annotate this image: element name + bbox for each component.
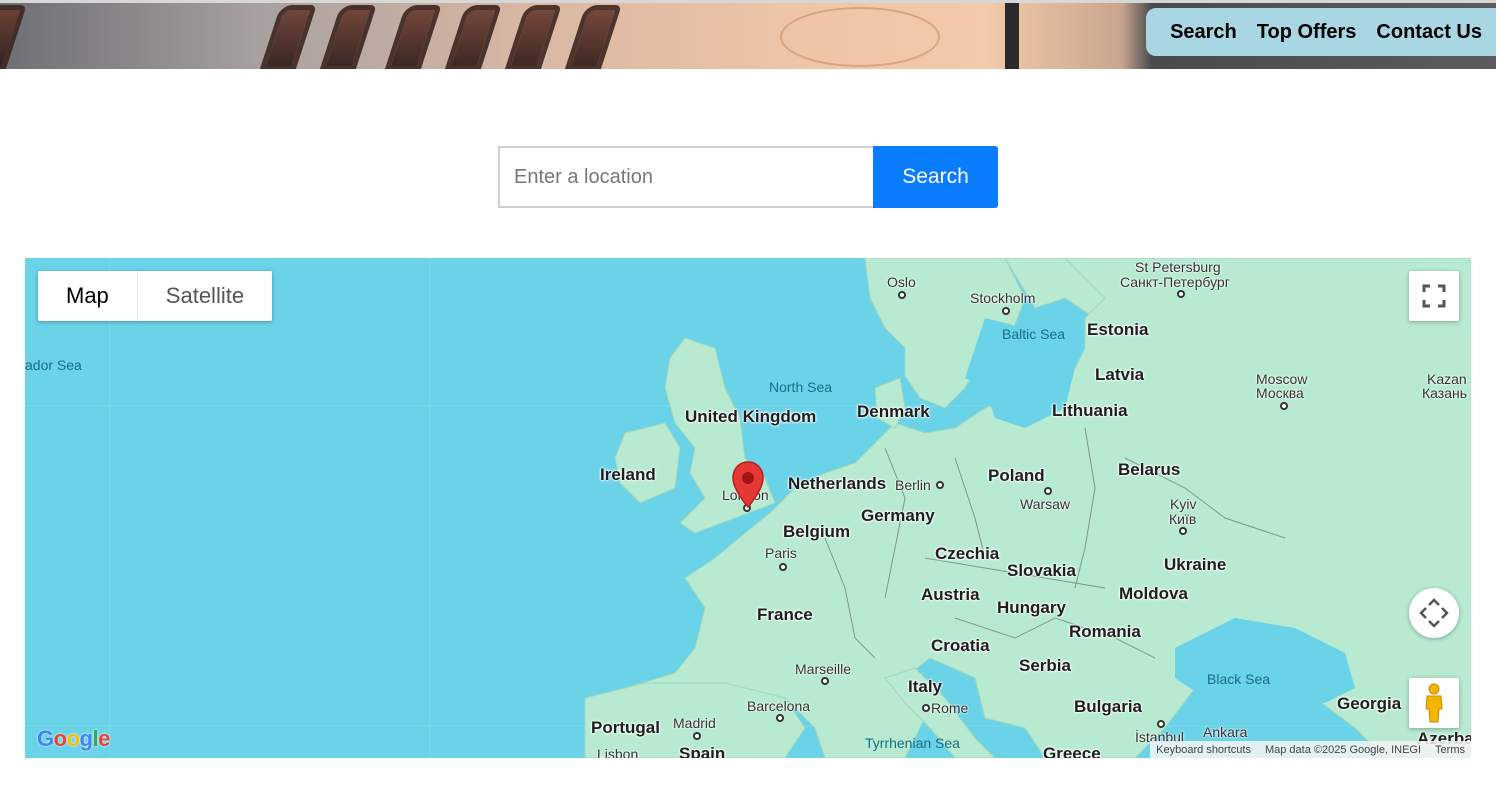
google-logo: Google (37, 726, 110, 751)
city-label: Kyiv (1170, 496, 1197, 512)
country-label: Hungary (997, 598, 1066, 617)
city-label: Санкт-Петербург (1120, 274, 1230, 290)
camera-control-button[interactable] (1409, 588, 1459, 638)
city-label: Barcelona (747, 698, 811, 714)
country-label: Lithuania (1052, 401, 1128, 420)
map-attribution: Keyboard shortcuts Map data ©2025 Google… (1150, 741, 1471, 758)
sea-label: North Sea (769, 379, 833, 395)
city-label: Lisbon (597, 746, 639, 758)
map-pin-icon[interactable] (731, 461, 765, 509)
city-dot (922, 704, 930, 712)
city-dot (1177, 290, 1185, 298)
sea-label: ador Sea (25, 357, 82, 373)
banner-chair-image (319, 5, 377, 69)
country-label: Denmark (857, 402, 930, 421)
city-label: Warsaw (1020, 496, 1071, 512)
city-dot (1002, 307, 1010, 315)
country-label: Netherlands (788, 474, 887, 493)
country-label: Belarus (1118, 460, 1181, 479)
banner-chair-image (259, 5, 317, 69)
city-label: St Petersburg (1135, 259, 1221, 275)
nav-top-offers-link[interactable]: Top Offers (1257, 21, 1357, 44)
banner-chair-image (564, 5, 622, 69)
country-label: Bulgaria (1074, 697, 1143, 716)
banner-chair-image (444, 5, 502, 69)
country-label: Belgium (783, 522, 851, 541)
city-label: Oslo (887, 274, 916, 290)
country-label: Croatia (931, 636, 990, 655)
banner-pillar (1005, 3, 1019, 69)
country-label: Latvia (1095, 365, 1145, 384)
city-label: Київ (1169, 511, 1197, 527)
city-dot (1157, 720, 1165, 728)
banner-floor-pattern (780, 7, 940, 67)
city-label: Москва (1256, 385, 1304, 401)
keyboard-shortcuts-link[interactable]: Keyboard shortcuts (1156, 744, 1251, 756)
country-label: Spain (679, 744, 726, 758)
sea-label: Tyrrhenian Sea (865, 735, 960, 751)
country-label: France (757, 605, 813, 624)
city-label: Казань (1422, 385, 1468, 401)
map-type-satellite-button[interactable]: Satellite (136, 271, 272, 321)
map-data-text: Map data ©2025 Google, INEGI (1264, 743, 1422, 756)
terms-link[interactable]: Terms (1435, 744, 1465, 756)
country-label: Serbia (1019, 656, 1071, 675)
search-button[interactable]: Search (873, 146, 998, 208)
city-label: Stockholm (970, 290, 1036, 306)
sea-label: Black Sea (1207, 671, 1271, 687)
banner-chair-image (384, 5, 442, 69)
country-label: Czechia (935, 544, 1000, 563)
country-label: Austria (921, 585, 980, 604)
country-label: Romania (1069, 622, 1141, 641)
nav-contact-us-link[interactable]: Contact Us (1376, 21, 1482, 44)
city-dot (1280, 402, 1288, 410)
map-type-map-button[interactable]: Map (38, 271, 137, 321)
country-label: Greece (1043, 744, 1101, 758)
city-dot (898, 291, 906, 299)
country-label: Moldova (1119, 584, 1188, 603)
city-dot (1044, 487, 1052, 495)
city-dot (776, 714, 784, 722)
location-search-form: Search (498, 146, 998, 208)
google-map[interactable]: ador Sea North Sea Baltic Sea Black Sea … (25, 258, 1471, 758)
header-banner: Search Top Offers Contact Us (0, 0, 1496, 69)
country-label: Georgia (1337, 694, 1402, 713)
banner-chair-image (504, 5, 562, 69)
fullscreen-button[interactable] (1409, 271, 1459, 321)
location-search-input[interactable] (498, 146, 873, 208)
country-label: Germany (861, 506, 935, 525)
city-label: Marseille (795, 661, 852, 677)
top-nav: Search Top Offers Contact Us (1146, 8, 1496, 56)
street-view-button[interactable] (1409, 678, 1459, 728)
city-label: Paris (765, 545, 797, 561)
city-label: Berlin (895, 477, 931, 493)
map-type-control: Map Satellite (38, 271, 273, 321)
country-label: Poland (988, 466, 1045, 485)
country-label: Ukraine (1164, 555, 1227, 574)
country-label: Italy (908, 677, 943, 696)
fullscreen-icon (1422, 284, 1446, 308)
city-dot (936, 481, 944, 489)
camera-control-icon (1419, 598, 1449, 628)
city-dot (1179, 527, 1187, 535)
city-dot (821, 677, 829, 685)
country-label: Estonia (1087, 320, 1149, 339)
city-dot (779, 563, 787, 571)
city-label: Madrid (673, 715, 716, 731)
banner-chair-image (0, 5, 27, 69)
city-dot (693, 732, 701, 740)
city-label: Rome (931, 700, 969, 716)
city-label: Ankara (1203, 724, 1248, 740)
country-label: Portugal (591, 718, 660, 737)
sea-label: Baltic Sea (1002, 326, 1066, 342)
nav-search-link[interactable]: Search (1170, 21, 1237, 44)
country-label: Ireland (600, 465, 656, 484)
street-view-pegman-icon (1425, 683, 1443, 723)
country-label: United Kingdom (685, 407, 817, 426)
country-label: Slovakia (1007, 561, 1076, 580)
